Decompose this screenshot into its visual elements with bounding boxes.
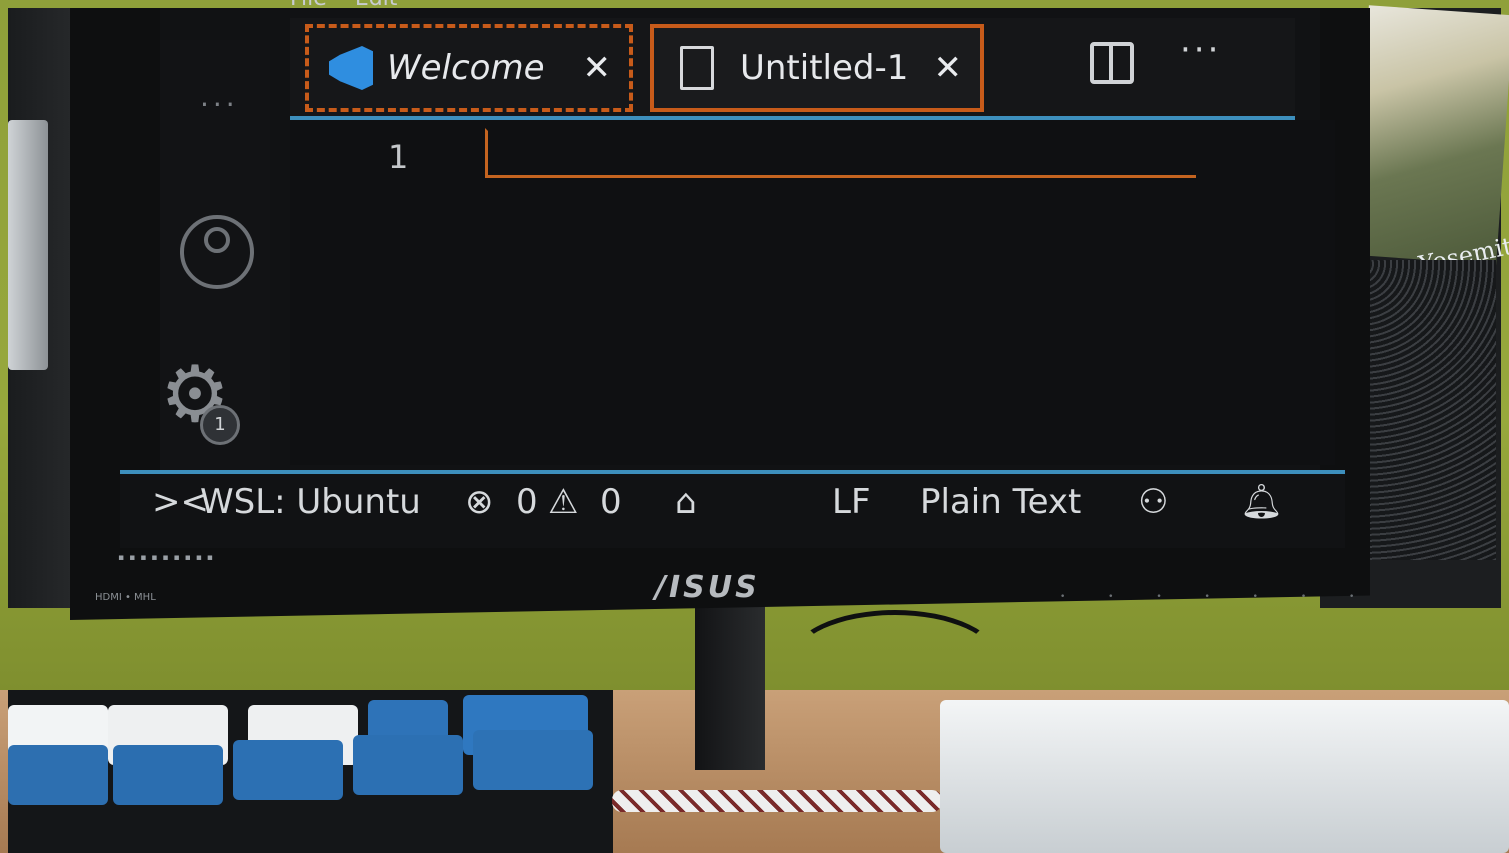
braided-cable bbox=[612, 790, 942, 812]
monitor-port-label: HDMI • MHL bbox=[95, 592, 156, 603]
line-number: 1 bbox=[388, 138, 409, 176]
file-icon bbox=[680, 46, 714, 90]
close-icon[interactable]: ✕ bbox=[934, 48, 963, 88]
account-icon[interactable] bbox=[180, 215, 254, 289]
poster bbox=[1351, 5, 1509, 265]
tab-untitled-1[interactable]: Untitled-1 ✕ bbox=[650, 24, 984, 112]
error-icon[interactable]: ⊗ bbox=[465, 482, 494, 522]
end-of-line-indicator[interactable]: LF bbox=[832, 482, 871, 522]
cable bbox=[790, 610, 1000, 710]
keyboard-left bbox=[8, 690, 613, 853]
key bbox=[353, 735, 463, 795]
warning-count[interactable]: 0 bbox=[600, 482, 622, 522]
tab-welcome[interactable]: Welcome ✕ bbox=[305, 24, 633, 112]
tab-untitled-label: Untitled-1 bbox=[740, 48, 909, 88]
error-count[interactable]: 0 bbox=[516, 482, 538, 522]
remote-indicator[interactable]: WSL: Ubuntu bbox=[200, 482, 421, 522]
close-icon[interactable]: ✕ bbox=[583, 48, 612, 88]
vscode-logo-icon bbox=[329, 46, 373, 90]
pc-case-mesh bbox=[1350, 260, 1496, 560]
monitor-buttons[interactable]: • • • • • • • bbox=[1060, 592, 1374, 602]
current-line-highlight[interactable] bbox=[485, 128, 1196, 178]
feedback-icon[interactable]: ⚇ bbox=[1138, 482, 1168, 522]
home-icon[interactable]: ⌂ bbox=[675, 482, 697, 522]
settings-badge: 1 bbox=[200, 405, 240, 445]
key bbox=[113, 745, 223, 805]
menubar: File Edit bbox=[290, 0, 397, 11]
notifications-bell-icon[interactable]: 🔔︎ bbox=[1240, 482, 1283, 522]
split-editor-icon[interactable] bbox=[1090, 42, 1134, 84]
monitor-brand-logo: /ISUS bbox=[655, 570, 760, 605]
editor-more-icon[interactable]: ··· bbox=[1180, 30, 1221, 70]
key bbox=[233, 740, 343, 800]
menu-edit[interactable]: Edit bbox=[355, 0, 398, 11]
language-mode[interactable]: Plain Text bbox=[920, 482, 1081, 522]
key bbox=[473, 730, 593, 790]
key bbox=[8, 745, 108, 805]
warning-icon[interactable]: ⚠ bbox=[548, 482, 578, 522]
keyboard-right bbox=[940, 700, 1509, 853]
left-silver-object bbox=[8, 120, 48, 370]
tab-welcome-label: Welcome bbox=[387, 48, 545, 88]
monitor-stand bbox=[695, 600, 765, 770]
more-actions-icon[interactable]: ... bbox=[200, 80, 239, 113]
taskbar-icons-left: ▪▪▪▪▪▪▪▪▪ bbox=[118, 553, 218, 563]
menu-file[interactable]: File bbox=[290, 0, 327, 11]
tab-bar: Welcome ✕ Untitled-1 ✕ ··· bbox=[290, 18, 1295, 120]
